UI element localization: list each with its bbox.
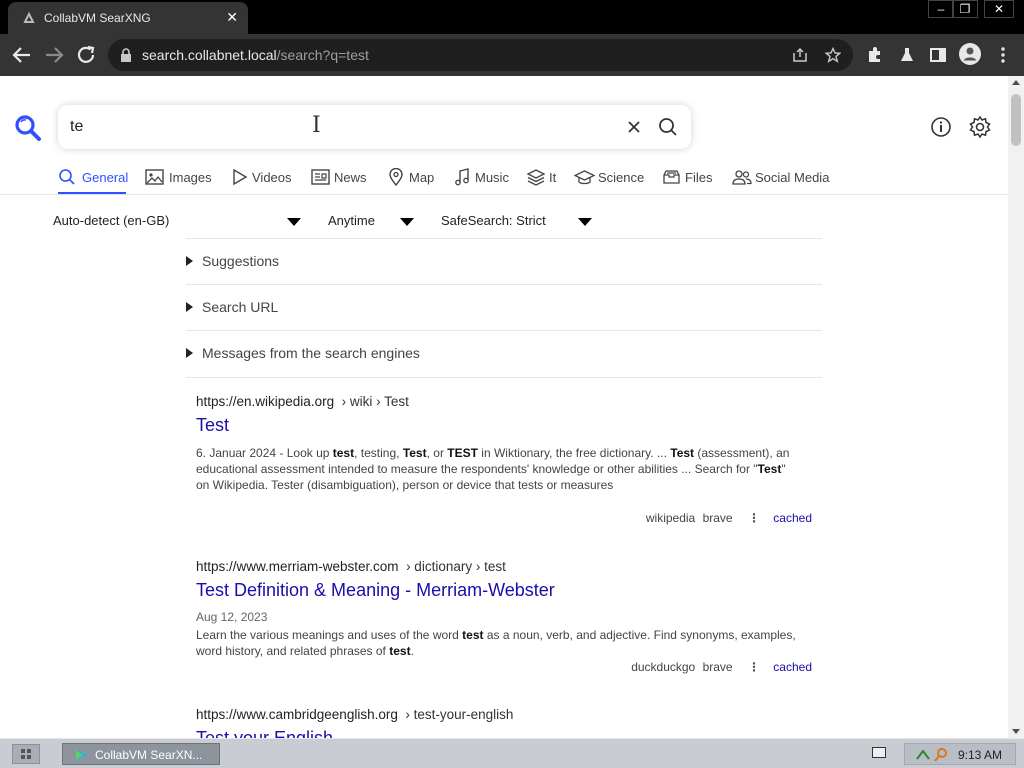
cached-link[interactable]: cached: [773, 511, 812, 525]
search-url-details[interactable]: Search URL: [186, 284, 822, 330]
search-submit-icon[interactable]: [658, 117, 678, 137]
result-engines: duckduckgo brave ⋮ cached: [631, 660, 812, 674]
keyboard-layout-icon[interactable]: [872, 747, 886, 758]
os-taskbar: CollabVM SearXN... 9:13 AM: [0, 738, 1024, 768]
expand-triangle-icon: [186, 256, 193, 266]
search-result: https://www.cambridgeenglish.org › test-…: [196, 707, 816, 738]
minimize-window-button[interactable]: –: [928, 0, 954, 18]
chevron-down-icon: [578, 218, 592, 226]
grid-icon: [21, 749, 31, 759]
music-note-icon: [455, 168, 469, 186]
info-icon[interactable]: [930, 116, 952, 138]
result-title-link[interactable]: Test your English: [196, 728, 333, 738]
page-scrollbar[interactable]: [1008, 76, 1024, 738]
profile-avatar-icon[interactable]: [959, 43, 981, 65]
expand-triangle-icon: [186, 348, 193, 358]
close-window-button[interactable]: ✕: [984, 0, 1014, 18]
restore-window-button[interactable]: ❐: [952, 0, 978, 18]
search-result: https://en.wikipedia.org › wiki › Test T…: [196, 394, 816, 534]
people-icon: [732, 170, 752, 185]
start-menu-button[interactable]: [12, 744, 40, 764]
browser-app-icon: [76, 750, 88, 760]
search-result: https://www.merriam-webster.com › dictio…: [196, 559, 816, 679]
extensions-puzzle-icon[interactable]: [866, 46, 884, 64]
clear-search-icon[interactable]: [625, 118, 643, 136]
tab-title: CollabVM SearXNG: [44, 11, 151, 25]
chevron-down-icon: [287, 218, 301, 226]
favicon-icon: [23, 11, 35, 23]
side-panel-icon[interactable]: [929, 46, 947, 64]
map-pin-icon: [389, 168, 403, 186]
category-divider: [0, 194, 1008, 195]
result-engines: wikipedia brave ⋮ cached: [645, 511, 812, 525]
result-snippet: Learn the various meanings and uses of t…: [196, 628, 796, 658]
more-vertical-icon[interactable]: ⋮: [748, 660, 760, 674]
graduation-cap-icon: [574, 170, 595, 185]
searxng-logo-icon[interactable]: [14, 114, 42, 142]
more-vertical-icon[interactable]: ⋮: [748, 511, 760, 525]
taskbar-browser-window[interactable]: CollabVM SearXN...: [62, 743, 220, 765]
engine-messages-details[interactable]: Messages from the search engines: [186, 330, 822, 376]
browser-toolbar: search.collabnet.local/search?q=test: [0, 34, 1024, 76]
result-url[interactable]: https://www.merriam-webster.com › dictio…: [196, 559, 506, 574]
system-clock: 9:13 AM: [958, 748, 1003, 762]
labs-flask-icon[interactable]: [898, 46, 916, 64]
tab-close-icon[interactable]: ✕: [226, 9, 238, 26]
address-bar[interactable]: search.collabnet.local/search?q=test: [108, 39, 853, 71]
language-select[interactable]: Auto-detect (en-GB): [53, 211, 305, 233]
search-input[interactable]: [70, 115, 610, 139]
search-icon: [59, 169, 75, 185]
layers-icon: [527, 169, 545, 186]
back-arrow-icon[interactable]: [10, 43, 34, 67]
file-tray-icon: [663, 170, 680, 184]
search-filters: Auto-detect (en-GB) Anytime SafeSearch: …: [53, 211, 613, 233]
text-cursor-ibeam: I: [312, 113, 321, 138]
result-title-link[interactable]: Test Definition & Meaning - Merriam-Webs…: [196, 580, 555, 601]
newspaper-icon: [311, 169, 330, 185]
result-title-link[interactable]: Test: [196, 415, 229, 436]
search-box: I: [58, 105, 691, 149]
scroll-down-arrow-icon[interactable]: [1012, 729, 1020, 734]
search-tray-icon[interactable]: [933, 747, 949, 763]
safesearch-select[interactable]: SafeSearch: Strict: [441, 211, 593, 233]
bookmark-star-icon[interactable]: [825, 47, 841, 63]
result-url[interactable]: https://www.cambridgeenglish.org › test-…: [196, 707, 513, 722]
address-url: search.collabnet.local/search?q=test: [142, 47, 369, 63]
suggestions-details[interactable]: Suggestions: [186, 238, 822, 284]
play-icon: [233, 168, 248, 186]
details-divider: [186, 377, 822, 378]
browser-titlebar: CollabVM SearXNG ✕ – ❐ ✕: [0, 0, 1024, 34]
browser-menu-icon[interactable]: [994, 46, 1012, 64]
forward-arrow-icon[interactable]: [42, 43, 66, 67]
preferences-gear-icon[interactable]: [968, 115, 992, 139]
scroll-up-arrow-icon[interactable]: [1012, 80, 1020, 85]
time-range-select[interactable]: Anytime: [328, 211, 418, 233]
result-date: Aug 12, 2023: [196, 610, 268, 624]
cached-link[interactable]: cached: [773, 660, 812, 674]
result-snippet: 6. Januar 2024 - Look up test, testing, …: [196, 446, 790, 492]
browser-tab[interactable]: CollabVM SearXNG ✕: [8, 2, 248, 34]
chevron-down-icon: [400, 218, 414, 226]
scrollbar-thumb[interactable]: [1011, 94, 1021, 146]
result-url[interactable]: https://en.wikipedia.org › wiki › Test: [196, 394, 409, 409]
image-icon: [145, 169, 164, 185]
lock-icon: [121, 48, 131, 62]
searxng-page: I General Images Videos: [0, 76, 1008, 738]
reload-icon[interactable]: [74, 43, 98, 67]
expand-triangle-icon: [186, 302, 193, 312]
network-icon[interactable]: [915, 747, 931, 763]
share-icon[interactable]: [792, 47, 808, 63]
